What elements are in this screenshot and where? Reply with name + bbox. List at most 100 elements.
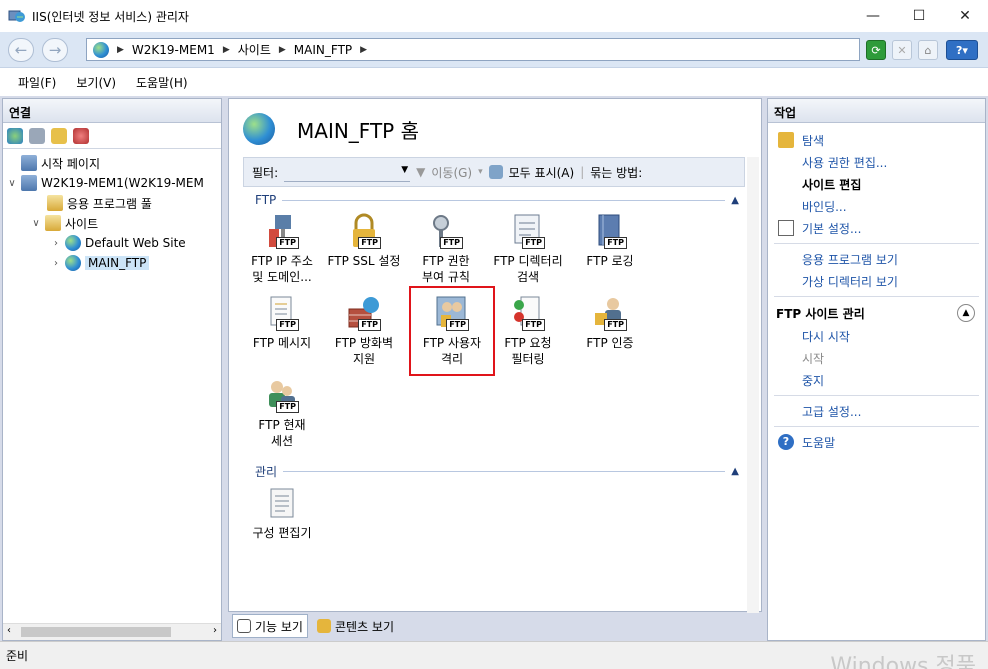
action-stop[interactable]: 중지 (768, 369, 985, 391)
feature-ftp-authorization[interactable]: FTP FTP 권한 부여 규칙 (407, 213, 485, 285)
collapse-section-icon[interactable]: ▲ (957, 304, 975, 322)
tree-label: W2K19-MEM1(W2K19-MEM (41, 176, 204, 190)
action-edit-permissions[interactable]: 사용 권한 편집... (768, 151, 985, 173)
stop-icon[interactable]: ✕ (892, 40, 912, 60)
help-icon: ? (778, 434, 794, 450)
action-restart[interactable]: 다시 시작 (768, 325, 985, 347)
show-all-button[interactable]: 모두 표시(A) (509, 164, 575, 181)
actions-header: 작업 (768, 99, 985, 123)
collapsed-chevron-icon[interactable]: › (51, 238, 61, 249)
help-dropdown-icon[interactable]: ?▾ (946, 40, 978, 60)
window-title: IIS(인터넷 정보 서비스) 관리자 (32, 10, 189, 24)
forward-button[interactable]: → (42, 38, 68, 62)
tree-item-server[interactable]: ∨ W2K19-MEM1(W2K19-MEM (7, 173, 204, 193)
connect-globe-icon[interactable] (7, 127, 23, 144)
tree-item-start-page[interactable]: 시작 페이지 (21, 153, 100, 173)
feature-ftp-request-filtering[interactable]: FTP FTP 요청 필터링 (489, 295, 567, 367)
scroll-left-icon[interactable]: ‹ (7, 625, 11, 636)
feature-configuration-editor[interactable]: 구성 편집기 (243, 485, 321, 541)
back-arrow-icon: ← (14, 41, 28, 59)
group-divider (282, 199, 726, 201)
action-view-applications[interactable]: 응용 프로그램 보기 (768, 248, 985, 270)
features-pane: MAIN_FTP 홈 필터: ▼ ▼ 이동(G) ▾ 모두 표시(A) | 묶는… (228, 98, 762, 613)
authentication-icon: FTP (593, 295, 627, 333)
action-start[interactable]: 시작 (768, 347, 985, 369)
group-name: FTP (255, 193, 277, 207)
expanded-chevron-icon[interactable]: ∨ (31, 218, 41, 229)
section-ftp-site-manage[interactable]: FTP 사이트 관리 ▲ (768, 301, 985, 325)
group-by-label[interactable]: 묶는 방법: (590, 164, 642, 181)
collapsed-chevron-icon[interactable]: › (51, 258, 61, 269)
divider (774, 426, 979, 427)
refresh-icon[interactable]: ⟳ (866, 40, 886, 60)
scroll-right-icon[interactable]: › (213, 625, 217, 636)
connections-toolbar (3, 123, 221, 149)
globe-icon (65, 255, 81, 271)
back-button[interactable]: ← (8, 38, 34, 62)
feature-ftp-firewall[interactable]: FTP FTP 방화벽 지원 (325, 295, 403, 367)
breadcrumb-separator: ▶ (278, 44, 286, 55)
globe-icon (65, 235, 81, 251)
menu-help[interactable]: 도움말(H) (126, 74, 198, 91)
tree-item-sites[interactable]: ∨ 사이트 (31, 213, 98, 233)
filter-input[interactable]: ▼ (284, 162, 411, 182)
tab-features-view[interactable]: 기능 보기 (232, 614, 308, 638)
breadcrumb-sites[interactable]: 사이트 (238, 41, 271, 58)
basic-settings-icon (778, 220, 794, 236)
maximize-button[interactable]: ☐ (896, 0, 942, 32)
feature-ftp-user-isolation[interactable]: FTP FTP 사용자 격리 (413, 295, 491, 367)
menu-view[interactable]: 보기(V) (66, 74, 126, 91)
action-view-virtual-dirs[interactable]: 가상 디렉터리 보기 (768, 270, 985, 292)
tab-content-view[interactable]: 콘텐츠 보기 (312, 614, 399, 638)
feature-ftp-messages[interactable]: FTP FTP 메시지 (243, 295, 321, 351)
address-breadcrumb[interactable]: ▶ W2K19-MEM1 ▶ 사이트 ▶ MAIN_FTP ▶ (86, 38, 860, 61)
group-management-header[interactable]: 관리 ▲ (255, 463, 739, 480)
breadcrumb-server[interactable]: W2K19-MEM1 (132, 43, 215, 57)
forward-arrow-icon: → (48, 41, 62, 59)
toolbar-separator: | (580, 165, 585, 179)
scroll-thumb[interactable] (21, 627, 171, 637)
expanded-chevron-icon[interactable]: ∨ (7, 178, 17, 189)
feature-ftp-authentication[interactable]: FTP FTP 인증 (571, 295, 649, 351)
ip-restriction-icon: FTP (265, 213, 299, 251)
start-page-icon (21, 155, 37, 171)
feature-ftp-logging[interactable]: FTP FTP 로깅 (571, 213, 649, 269)
action-advanced-settings[interactable]: 고급 설정... (768, 400, 985, 422)
home-icon[interactable]: ⌂ (918, 40, 938, 60)
menu-bar: 파일(F) 보기(V) 도움말(H) (0, 68, 988, 96)
activation-watermark: Windows 정품 (830, 654, 976, 669)
feature-ftp-current-sessions[interactable]: FTP FTP 현재 세션 (243, 377, 321, 449)
up-folder-icon[interactable] (51, 127, 67, 144)
feature-ftp-ip-domain[interactable]: FTP FTP IP 주소 및 도메인... (243, 213, 321, 285)
actions-pane: 작업 탐색 사용 권한 편집... 사이트 편집 바인딩... 기본 설정...… (767, 98, 986, 641)
feature-ftp-directory-browsing[interactable]: FTP FTP 디렉터리 검색 (489, 213, 567, 285)
configuration-editor-icon (265, 485, 299, 523)
tree-item-default-web-site[interactable]: › Default Web Site (51, 233, 186, 253)
go-dropdown-icon[interactable]: ▾ (478, 167, 483, 177)
message-document-icon: FTP (265, 295, 299, 333)
disconnect-icon[interactable] (73, 127, 89, 144)
action-bindings[interactable]: 바인딩... (768, 195, 985, 217)
group-ftp-header[interactable]: FTP ▲ (255, 193, 739, 207)
vertical-scrollbar[interactable] (747, 157, 759, 613)
minimize-button[interactable]: — (850, 0, 896, 32)
breadcrumb-site[interactable]: MAIN_FTP (294, 43, 352, 57)
close-button[interactable]: ✕ (942, 0, 988, 32)
collapse-chevron-icon[interactable]: ▲ (731, 466, 739, 477)
dropdown-arrow-icon[interactable]: ▼ (401, 165, 408, 175)
menu-file[interactable]: 파일(F) (8, 74, 66, 91)
action-help[interactable]: ? 도움말 (768, 431, 985, 453)
app-pools-icon (47, 195, 63, 211)
collapse-chevron-icon[interactable]: ▲ (731, 195, 739, 206)
horizontal-scrollbar[interactable]: ‹ › (3, 623, 221, 640)
tree-item-app-pools[interactable]: 응용 프로그램 풀 (47, 193, 152, 213)
action-basic-settings[interactable]: 기본 설정... (768, 217, 985, 239)
directory-browse-icon: FTP (511, 213, 545, 251)
group-name: 관리 (255, 465, 278, 479)
tree-item-main-ftp[interactable]: › MAIN_FTP (51, 253, 150, 273)
request-filter-icon: FTP (511, 295, 545, 333)
action-explore[interactable]: 탐색 (768, 129, 985, 151)
feature-ftp-ssl[interactable]: FTP FTP SSL 설정 (325, 213, 403, 269)
go-button[interactable]: 이동(G) (431, 164, 472, 181)
save-icon[interactable] (29, 127, 45, 144)
